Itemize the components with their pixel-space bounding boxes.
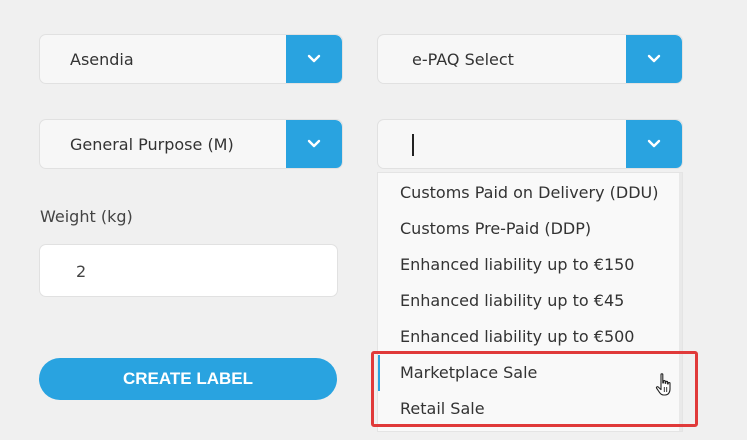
weight-input[interactable]: 2: [39, 244, 338, 297]
category-select[interactable]: General Purpose (M): [39, 119, 343, 169]
service-select-toggle[interactable]: [626, 35, 682, 83]
service-select[interactable]: e-PAQ Select: [377, 34, 683, 84]
carrier-select-value: Asendia: [70, 50, 134, 69]
dropdown-option-ddu[interactable]: Customs Paid on Delivery (DDU): [378, 175, 668, 211]
chevron-down-icon: [307, 139, 321, 148]
dropdown-option-liability-500[interactable]: Enhanced liability up to €500: [378, 319, 668, 355]
chevron-down-icon: [647, 54, 661, 63]
dropdown-option-ddp[interactable]: Customs Pre-Paid (DDP): [378, 211, 668, 247]
weight-input-value: 2: [76, 262, 87, 281]
terms-select[interactable]: [377, 119, 683, 169]
dropdown-option-liability-150[interactable]: Enhanced liability up to €150: [378, 247, 668, 283]
chevron-down-icon: [647, 139, 661, 148]
text-caret: [412, 134, 414, 156]
carrier-select-toggle[interactable]: [286, 35, 342, 83]
dropdown-option-liability-45[interactable]: Enhanced liability up to €45: [378, 283, 668, 319]
category-select-toggle[interactable]: [286, 120, 342, 168]
chevron-down-icon: [307, 54, 321, 63]
weight-label: Weight (kg): [40, 207, 133, 226]
create-label-button[interactable]: CREATE LABEL: [39, 358, 337, 400]
category-select-value: General Purpose (M): [70, 135, 234, 154]
carrier-select[interactable]: Asendia: [39, 34, 343, 84]
terms-select-toggle[interactable]: [626, 120, 682, 168]
service-select-value: e-PAQ Select: [412, 50, 514, 69]
hand-pointer-cursor-icon: [655, 373, 671, 396]
highlight-annotation-box: [371, 351, 698, 427]
